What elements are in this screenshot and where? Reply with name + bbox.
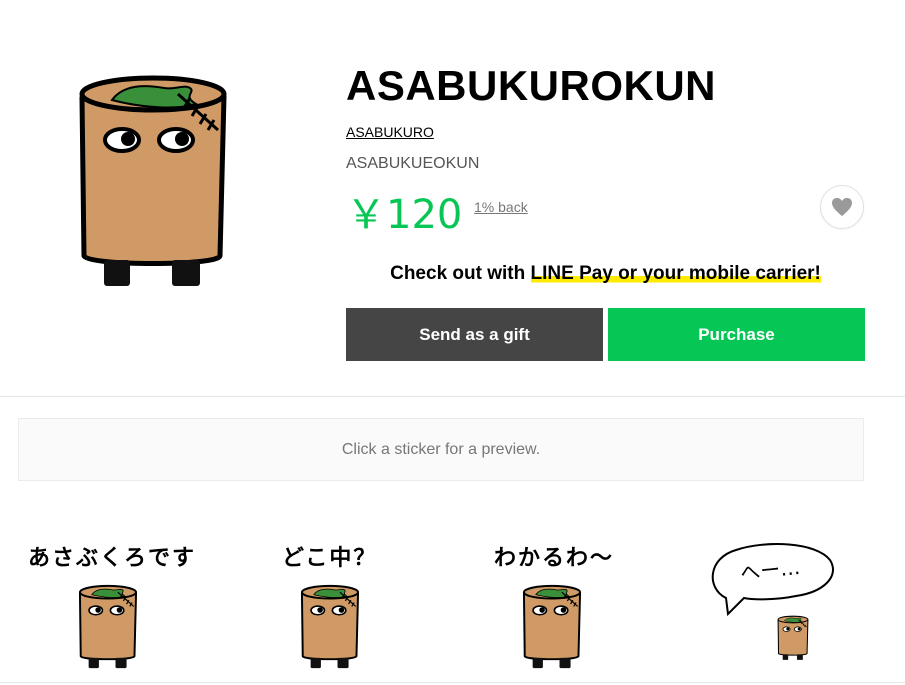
price-label: ￥120 bbox=[346, 192, 463, 238]
cashback-link[interactable]: 1% back bbox=[474, 199, 528, 215]
sticker-item-4[interactable]: へー… bbox=[684, 520, 898, 680]
author-link[interactable]: ASABUKURO bbox=[346, 124, 434, 140]
favorite-button[interactable] bbox=[820, 185, 864, 229]
page-title: ASABUKUROKUN bbox=[346, 62, 716, 109]
checkout-notice: Check out with LINE Pay or your mobile c… bbox=[346, 263, 865, 285]
purchase-button[interactable]: Purchase bbox=[608, 308, 865, 361]
bottom-divider bbox=[0, 682, 905, 683]
sticker-item-3[interactable]: わかるわ〜 bbox=[462, 520, 676, 680]
checkout-highlight: LINE Pay or your mobile carrier! bbox=[530, 263, 821, 284]
sticker-character-image bbox=[777, 615, 809, 661]
heart-icon bbox=[832, 197, 852, 217]
sticker-character-image bbox=[78, 584, 138, 670]
product-subtitle: ASABUKUEOKUN bbox=[346, 155, 480, 172]
preview-hint: Click a sticker for a preview. bbox=[341, 440, 541, 458]
sticker-character-image bbox=[300, 584, 360, 670]
checkout-prefix: Check out with bbox=[390, 263, 531, 284]
main-sticker-image bbox=[72, 70, 234, 294]
sticker-item-1[interactable]: あさぶくろです bbox=[18, 520, 232, 680]
send-gift-button[interactable]: Send as a gift bbox=[346, 308, 603, 361]
sticker-caption: どこ中？ bbox=[282, 546, 378, 571]
section-divider bbox=[0, 396, 905, 397]
sticker-item-2[interactable]: どこ中？ bbox=[240, 520, 454, 680]
sticker-caption: あさぶくろです bbox=[28, 546, 197, 571]
sticker-caption: わかるわ〜 bbox=[494, 546, 615, 571]
sticker-character-image bbox=[522, 584, 582, 670]
preview-panel: Click a sticker for a preview. bbox=[18, 418, 864, 481]
